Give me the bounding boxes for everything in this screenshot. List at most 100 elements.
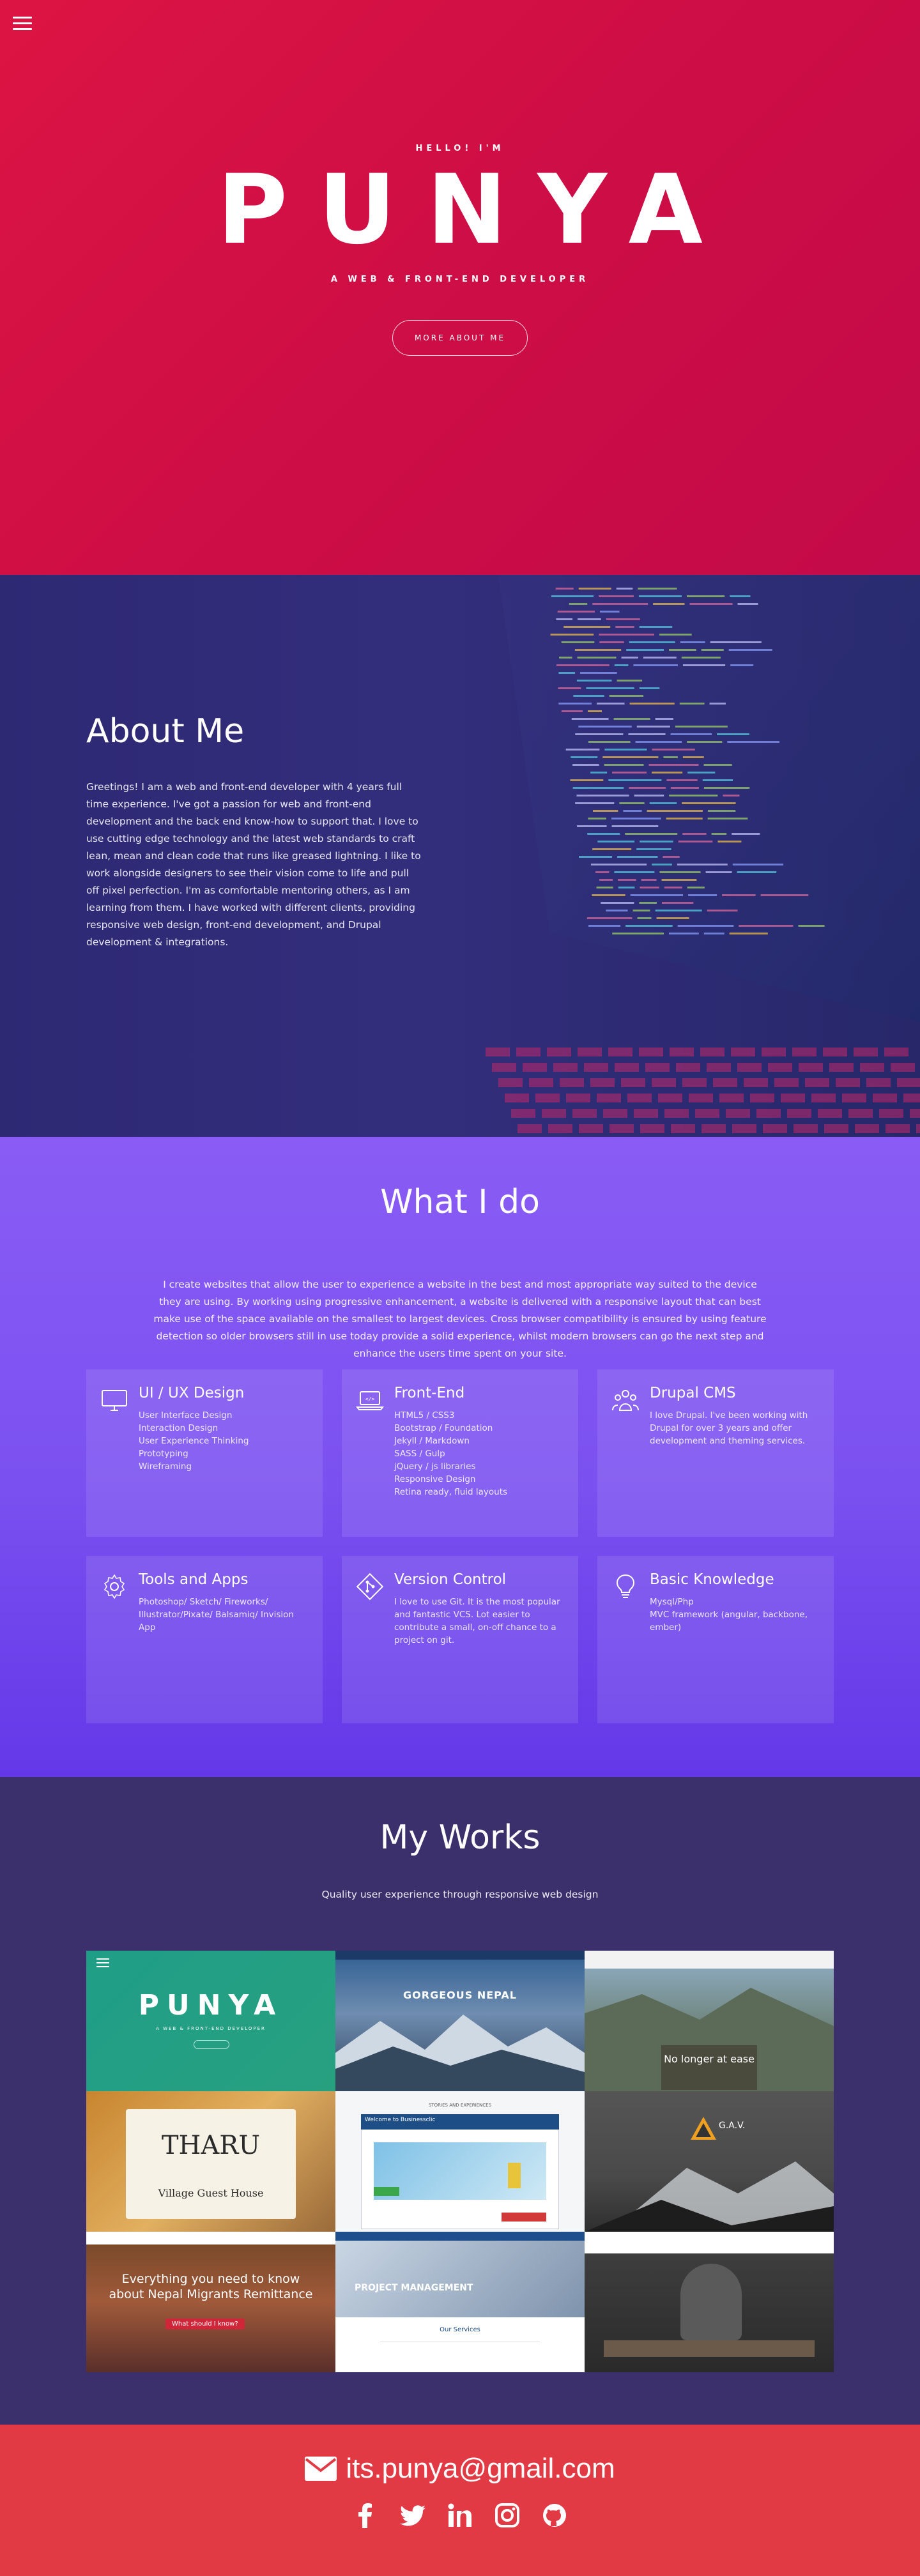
- skill-card-item: User Interface Design: [139, 1410, 233, 1421]
- work-tile-caption: PROJECT MANAGEMENT: [355, 2283, 473, 2293]
- work-tile-navbar: [335, 2232, 585, 2241]
- work-tile-caption: G.A.V.: [719, 2121, 746, 2131]
- about-body: Greetings! I am a web and front-end deve…: [86, 781, 421, 948]
- my-works-subtitle: Quality user experience through responsi…: [321, 1889, 599, 1900]
- envelope-icon: [305, 2457, 337, 2481]
- monitor-icon: [100, 1386, 128, 1414]
- work-tile-badge: [374, 2187, 399, 2196]
- works-grid: PUNYA A WEB & FRONT-END DEVELOPER GORGEO…: [86, 1951, 834, 2372]
- work-tile-portrait[interactable]: [585, 2232, 834, 2372]
- people-icon: [611, 1386, 640, 1414]
- skill-card-item: Mysql/Php: [650, 1597, 694, 1607]
- skill-card-item: Retina ready, fluid layouts: [394, 1487, 508, 1497]
- git-icon: [356, 1573, 384, 1601]
- skill-card-title: Version Control: [394, 1571, 507, 1588]
- work-tile-gav[interactable]: G.A.V.: [585, 2091, 834, 2232]
- gav-logo-icon: [691, 2117, 716, 2140]
- work-tile-hero: [335, 2241, 585, 2317]
- skill-card-item: Jekyll / Markdown: [394, 1436, 470, 1446]
- work-tile-no-longer-at-ease[interactable]: No longer at ease: [585, 1951, 834, 2091]
- laptop-code-icon: </>: [356, 1386, 384, 1414]
- social-links: [0, 2503, 920, 2528]
- work-tile-card: [126, 2109, 296, 2219]
- about-section: About Me Greetings! I am a web and front…: [0, 575, 920, 1137]
- skill-card-title: Tools and Apps: [139, 1571, 249, 1588]
- work-tile-tharu[interactable]: THARU Village Guest House: [86, 2091, 335, 2232]
- work-tile-caption: No longer at ease: [664, 2053, 755, 2065]
- work-tile-remittance[interactable]: Everything you need to know about Nepal …: [86, 2232, 335, 2372]
- facebook-icon[interactable]: [353, 2503, 378, 2528]
- my-works-section: My Works Quality user experience through…: [0, 1777, 920, 2425]
- skill-card: Version Control I love to use Git. It is …: [342, 1556, 578, 1723]
- footer: its.punya@gmail.com: [0, 2425, 920, 2576]
- work-tile-caption: STORIES AND EXPERIENCES: [428, 2103, 492, 2108]
- work-tile-services: [380, 2342, 540, 2361]
- skill-card-item: Interaction Design: [139, 1423, 218, 1433]
- twitter-icon[interactable]: [400, 2503, 425, 2528]
- skill-card-list: Mysql/Php MVC framework (angular, backbon…: [650, 1596, 818, 1634]
- skill-card: Drupal CMS I love Drupal. I've been worki…: [597, 1369, 834, 1537]
- skill-card-list: HTML5 / CSS3 Bootstrap / Foundation Jekyll…: [394, 1409, 563, 1498]
- work-tile-punya[interactable]: PUNYA A WEB & FRONT-END DEVELOPER: [86, 1951, 335, 2091]
- mountain-image: [585, 2161, 834, 2232]
- work-tile-button: [502, 2213, 546, 2222]
- skill-card-title: Drupal CMS: [650, 1385, 736, 1401]
- skill-card-item: User Experience Thinking: [139, 1436, 249, 1446]
- hero-name: PUNYA: [217, 155, 733, 266]
- what-i-do-intro: I create websites that allow the user to…: [153, 1279, 767, 1359]
- instagram-icon[interactable]: [494, 2503, 520, 2528]
- skill-card: </> Front-End HTML5 / CSS3 Bootstrap / Foun…: [342, 1369, 578, 1537]
- skill-card-item: Responsive Design: [394, 1474, 476, 1484]
- work-tile-sub: A WEB & FRONT-END DEVELOPER: [156, 2026, 266, 2031]
- work-tile-badge: [508, 2163, 521, 2188]
- hero-role: A WEB & FRONT-END DEVELOPER: [330, 275, 590, 284]
- skill-card-item: SASS / Gulp: [394, 1449, 445, 1459]
- skill-card-title: Front-End: [394, 1385, 465, 1401]
- email-link[interactable]: its.punya@gmail.com: [346, 2453, 615, 2485]
- lightbulb-icon: [611, 1573, 640, 1601]
- github-icon[interactable]: [542, 2503, 567, 2528]
- skill-card-item: MVC framework (angular, backbone, ember): [650, 1610, 808, 1633]
- landscape-image: [585, 1988, 834, 2091]
- hamburger-icon: [96, 1958, 109, 1967]
- skill-card-list: Photoshop/ Sketch/ Fireworks/ Illustrato…: [139, 1596, 307, 1634]
- what-i-do-section: What I do I create websites that allow t…: [0, 1137, 920, 1777]
- gear-icon: [100, 1573, 128, 1601]
- skill-card-list: I love to use Git. It is the most popula…: [394, 1596, 563, 1647]
- my-works-title: My Works: [379, 1818, 540, 1857]
- hero-section: HELLO! I'M PUNYA A WEB & FRONT-END DEVEL…: [0, 0, 920, 575]
- more-about-me-button[interactable]: MORE ABOUT ME: [392, 320, 528, 356]
- skill-card-item: Bootstrap / Foundation: [394, 1423, 493, 1433]
- work-tile-button: [194, 2040, 229, 2049]
- skill-card-title: UI / UX Design: [139, 1385, 245, 1401]
- skill-card-item: I love to use Git. It is the most popula…: [394, 1597, 560, 1645]
- skill-card: Basic Knowledge Mysql/Php MVC framework (a…: [597, 1556, 834, 1723]
- work-tile-businessclic[interactable]: STORIES AND EXPERIENCES Welcome to Busin…: [335, 2091, 585, 2232]
- skill-card-title: Basic Knowledge: [650, 1571, 774, 1588]
- work-tile-navbar: [335, 1951, 585, 1960]
- skill-card-list: User Interface Design Interaction Design U…: [139, 1409, 307, 1473]
- skill-card: Tools and Apps Photoshop/ Sketch/ Firewor…: [86, 1556, 323, 1723]
- skill-card-item: Photoshop/ Sketch/ Fireworks/ Illustrato…: [139, 1597, 294, 1633]
- work-tile-caption: PUNYA: [138, 1989, 284, 2022]
- work-tile-project-management[interactable]: PROJECT MANAGEMENT Our Services: [335, 2232, 585, 2372]
- portrait-image: [680, 2264, 742, 2340]
- skill-card-item: I love Drupal. I've been working with Dr…: [650, 1410, 808, 1446]
- hamburger-icon[interactable]: [13, 17, 32, 31]
- work-tile-caption: GORGEOUS NEPAL: [403, 1989, 517, 2001]
- work-tile-button: What should I know?: [165, 2319, 245, 2329]
- code-screen-image: [486, 575, 920, 1133]
- work-tile-sub: Our Services: [440, 2326, 480, 2333]
- svg-text:</>: </>: [365, 1396, 375, 1402]
- work-tile-gorgeous-nepal[interactable]: GORGEOUS NEPAL: [335, 1951, 585, 2091]
- work-tile-caption: THARU: [161, 2131, 261, 2160]
- about-title: About Me: [86, 712, 245, 751]
- skill-card-item: jQuery / js libraries: [394, 1461, 476, 1472]
- skill-card: UI / UX Design User Interface Design Inter…: [86, 1369, 323, 1537]
- work-tile-sub: Welcome to Businessclic: [365, 2117, 436, 2123]
- work-tile-sub: Village Guest House: [158, 2187, 264, 2199]
- skills-cards: UI / UX Design User Interface Design Inter…: [86, 1369, 834, 1723]
- linkedin-icon[interactable]: [447, 2503, 473, 2528]
- mountain-image: [335, 2015, 585, 2091]
- work-tile-caption: Everything you need to know about Nepal …: [109, 2272, 313, 2301]
